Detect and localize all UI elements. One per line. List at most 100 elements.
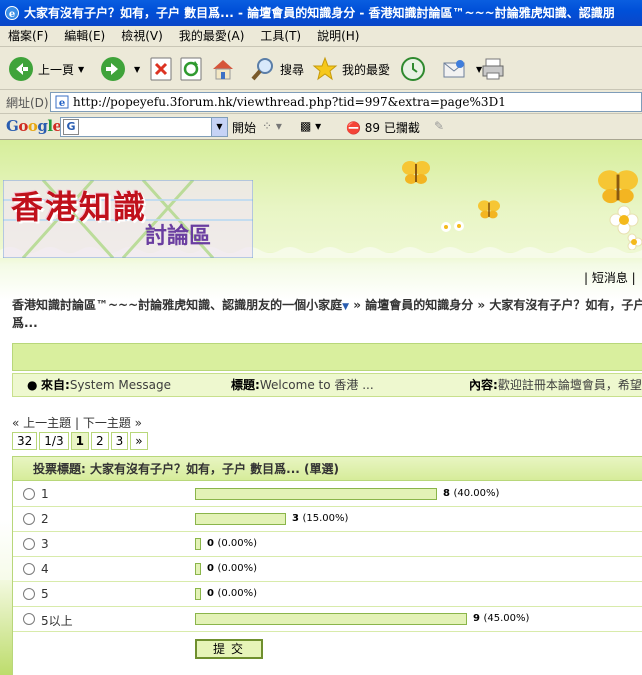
page-icon: e [55, 95, 69, 109]
poll-option-radio[interactable] [23, 563, 35, 575]
prev-next-topic-links[interactable]: « 上一主題 | 下一主題 » [12, 414, 142, 431]
google-search-input[interactable]: G ▼ [60, 117, 228, 137]
logo-subtitle: 討論區 [145, 224, 212, 249]
pager-position: 1/3 [39, 432, 69, 450]
stop-button[interactable] [150, 52, 176, 86]
back-button[interactable]: 上一頁 ▼ [8, 52, 84, 86]
poll-option-percent: (40.00%) [453, 488, 500, 499]
star-icon [312, 56, 338, 81]
poll-option-result: 9 (45.00%) [473, 613, 529, 624]
printer-icon [482, 58, 504, 80]
notice-from-value[interactable]: System Message [70, 374, 171, 396]
poll-option-row: 2 3 (15.00%) [13, 507, 642, 532]
google-g-icon: G [63, 119, 79, 135]
poll-option-count: 8 [443, 488, 450, 499]
internet-explorer-icon: e [5, 6, 19, 20]
poll-option-count: 0 [207, 563, 214, 574]
menu-tools[interactable]: 工具(T) [252, 26, 309, 47]
menu-view[interactable]: 檢視(V) [113, 26, 171, 47]
pagination: 32 1/3 1 2 3 » [12, 432, 148, 450]
address-input[interactable]: e http://popeyefu.3forum.hk/viewthread.p… [50, 92, 642, 112]
highlight-pen-icon[interactable]: ✎ [434, 119, 444, 133]
logo-title: 香港知識 [11, 188, 148, 226]
popup-blocker-button[interactable]: ⛔ 89 已攔截 [346, 119, 420, 136]
poll-option-result: 0 (0.00%) [207, 563, 257, 574]
menu-file[interactable]: 檔案(F) [0, 26, 56, 47]
poll-option-result: 3 (15.00%) [292, 513, 348, 524]
window-titlebar: e 大家有沒有子户？如有，子户 數目爲... - 論壇會員的知識身分 - 香港知… [0, 0, 642, 26]
google-button-icon[interactable]: ▩ ▾ [300, 119, 321, 133]
poll-option-radio[interactable] [23, 613, 35, 625]
popup-blocker-icon: ⛔ [346, 121, 361, 135]
window-title: 大家有沒有子户？如有，子户 數目爲... - 論壇會員的知識身分 - 香港知識討… [24, 6, 615, 20]
short-message-link[interactable]: | 短消息 | [584, 269, 636, 286]
mail-button[interactable]: ▼ [442, 52, 482, 86]
notice-title-value[interactable]: Welcome to 香港 ... [260, 374, 374, 396]
poll-option-radio[interactable] [23, 513, 35, 525]
poll-option-radio[interactable] [23, 538, 35, 550]
refresh-icon [180, 57, 202, 81]
forum-logo[interactable]: 香港知識 討論區 [3, 180, 253, 258]
breadcrumb-thread: 大家有沒有子户？如有，子户 數目 [489, 298, 642, 312]
pager-total: 32 [12, 432, 38, 450]
butterfly-icon [402, 161, 430, 184]
poll-option-label: 4 [41, 562, 49, 576]
flower-cluster-icon [441, 221, 464, 232]
poll-option-row: 4 0 (0.00%) [13, 557, 642, 582]
web-page: 香港知識 討論區 | 短消息 | 香港知識討論區™~~~討論雅虎知識、認識朋友的… [0, 140, 642, 675]
poll-option-percent: (0.00%) [217, 563, 258, 574]
google-options-icon[interactable]: ⁘ ▾ [262, 119, 282, 133]
poll-panel: 投票標題: 大家有沒有子户？如有，子户 數目爲... (單選) 1 8 (40.0… [12, 456, 642, 675]
breadcrumb: 香港知識討論區™~~~討論雅虎知識、認識朋友的一個小家庭▼ » 論壇會員的知識身… [12, 297, 642, 331]
refresh-button[interactable] [180, 52, 206, 86]
menu-bar: 檔案(F) 編輯(E) 檢視(V) 我的最愛(A) 工具(T) 說明(H) [0, 26, 642, 47]
history-button[interactable] [400, 52, 430, 86]
notice-title-label: 標題: [231, 378, 260, 392]
favorites-button[interactable]: 我的最愛 [312, 52, 390, 86]
poll-submit-button[interactable]: 提交 [195, 639, 263, 659]
butterfly-large-icon [598, 170, 638, 204]
menu-edit[interactable]: 編輯(E) [56, 26, 113, 47]
menu-help[interactable]: 說明(H) [309, 26, 367, 47]
pager-page-1[interactable]: 1 [70, 432, 89, 450]
poll-option-radio[interactable] [23, 488, 35, 500]
google-toolbar: Google G ▼ 開始 ⁘ ▾ ▩ ▾ ⛔ 89 已攔截 ✎ [0, 114, 642, 140]
forward-dropdown-icon[interactable]: ▼ [134, 65, 140, 74]
notice-content-value[interactable]: 歡迎註冊本論壇會員，希望 [498, 374, 642, 396]
address-label: 網址(D) [6, 96, 49, 110]
poll-option-label: 5 [41, 587, 49, 601]
google-search-dropdown-icon[interactable]: ▼ [211, 118, 227, 136]
forward-arrow-icon [101, 57, 125, 81]
breadcrumb-section-link[interactable]: » 論壇會員的知識身分 » [349, 298, 485, 312]
pager-next[interactable]: » [130, 432, 148, 450]
pager-page-2[interactable]: 2 [90, 432, 109, 450]
home-button[interactable] [210, 52, 240, 86]
poll-option-percent: (45.00%) [483, 613, 530, 624]
menu-favorites[interactable]: 我的最愛(A) [171, 26, 253, 47]
svg-text:e: e [59, 98, 65, 109]
poll-option-bar [195, 513, 286, 525]
poll-option-bar [195, 588, 201, 600]
back-label: 上一頁 [38, 62, 75, 77]
poll-option-percent: (15.00%) [302, 513, 349, 524]
forward-button[interactable]: ▼ [100, 52, 140, 86]
address-url: http://popeyefu.3forum.hk/viewthread.php… [73, 95, 506, 109]
poll-option-radio[interactable] [23, 588, 35, 600]
pager-page-3[interactable]: 3 [110, 432, 129, 450]
poll-option-count: 3 [292, 513, 299, 524]
google-logo[interactable]: Google [6, 117, 62, 135]
breadcrumb-forum-link[interactable]: 香港知識討論區™~~~討論雅虎知識、認識朋友的一個小家庭 [12, 298, 342, 312]
poll-option-row: 1 8 (40.00%) [13, 482, 642, 507]
search-button[interactable]: 搜尋 [250, 52, 304, 86]
stop-icon [150, 57, 172, 81]
poll-option-row: 3 0 (0.00%) [13, 532, 642, 557]
poll-option-bar [195, 563, 201, 575]
poll-option-result: 0 (0.00%) [207, 538, 257, 549]
back-dropdown-icon[interactable]: ▼ [78, 65, 84, 74]
google-go-button[interactable]: 開始 [232, 119, 256, 136]
home-icon [213, 60, 233, 80]
notice-from-label: 來自: [41, 378, 70, 392]
poll-option-bar [195, 488, 437, 500]
poll-option-bar-track [195, 613, 481, 625]
print-button[interactable] [480, 52, 510, 86]
